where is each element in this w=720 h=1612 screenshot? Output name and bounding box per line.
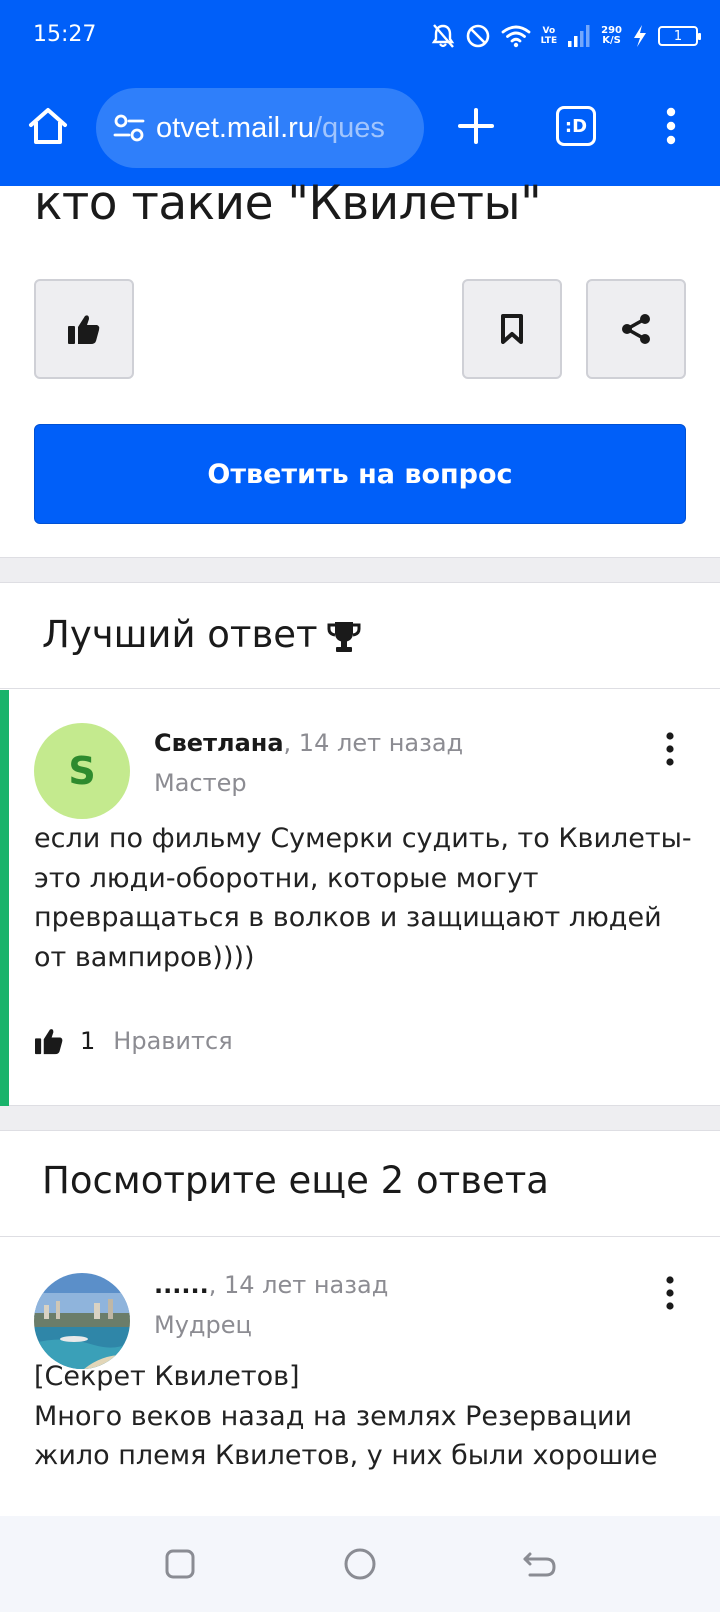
more-answers-header: Посмотрите еще 2 ответа xyxy=(0,1131,720,1237)
answer-menu-icon[interactable] xyxy=(660,729,680,769)
author-line: Светлана, 14 лет назад xyxy=(154,729,463,757)
bell-off-icon xyxy=(431,24,454,48)
site-settings-icon[interactable] xyxy=(112,111,146,145)
author-name[interactable]: Светлана xyxy=(154,729,284,757)
thumbs-up-icon xyxy=(68,315,100,344)
answer-question-button[interactable]: Ответить на вопрос xyxy=(34,424,686,524)
author-rank: Мастер xyxy=(154,769,247,797)
author-name[interactable]: ...... xyxy=(154,1271,209,1299)
answer-text: [Секрет Квилетов] Много веков назад на з… xyxy=(34,1357,694,1476)
answer-text-line: Много веков назад на землях Резервации ж… xyxy=(34,1400,658,1472)
best-answer-accent xyxy=(0,690,9,1106)
question-card: кто такие "Квилеты" Ответить на вопрос xyxy=(0,176,720,558)
thumbs-up-icon[interactable] xyxy=(34,1027,64,1055)
answer-text-line: [Секрет Квилетов] xyxy=(34,1361,300,1392)
wifi-icon xyxy=(501,25,530,48)
status-time: 15:27 xyxy=(33,22,97,47)
url-text[interactable]: otvet.mail.ru/ques xyxy=(156,112,385,145)
like-row: 1 Нравится xyxy=(34,1023,233,1059)
best-answer-title: Лучший ответ xyxy=(42,613,318,656)
avatar-photo-image xyxy=(34,1273,130,1369)
charging-icon xyxy=(634,25,646,47)
trophy-icon xyxy=(327,622,361,652)
browser-toolbar: otvet.mail.ru/ques :D xyxy=(0,72,720,186)
more-answers-card: Посмотрите еще 2 ответа ......, 14 лет н… xyxy=(0,1130,720,1520)
more-vert-icon[interactable] xyxy=(656,104,686,148)
plus-icon[interactable] xyxy=(454,104,498,148)
answer-time: , 14 лет назад xyxy=(283,729,464,757)
like-count: 1 xyxy=(80,1027,96,1055)
url-domain: otvet.mail.ru xyxy=(156,111,314,144)
status-bar: 15:27 Vo LTE 290 K/S 1 xyxy=(0,0,720,72)
volte-indicator: Vo LTE xyxy=(540,26,558,46)
signal-icon xyxy=(568,25,590,47)
avatar[interactable]: S xyxy=(34,723,130,819)
status-icons: Vo LTE 290 K/S 1 xyxy=(431,18,701,54)
author-line: ......, 14 лет назад xyxy=(154,1271,388,1299)
url-path: /ques xyxy=(313,111,385,144)
system-nav-bar xyxy=(0,1516,720,1612)
answer-menu-icon[interactable] xyxy=(660,1273,680,1313)
bookmark-button[interactable] xyxy=(462,279,562,379)
home-icon[interactable] xyxy=(26,104,70,148)
like-label[interactable]: Нравится xyxy=(113,1027,232,1055)
square-nav-icon[interactable] xyxy=(160,1544,200,1584)
back-nav-icon[interactable] xyxy=(520,1544,560,1584)
share-icon xyxy=(622,314,650,344)
best-answer-header: Лучший ответ xyxy=(0,583,720,689)
best-answer-card: Лучший ответ S Светлана, 14 лет назад Ма… xyxy=(0,582,720,1106)
answer-time: , 14 лет назад xyxy=(208,1271,389,1299)
do-not-disturb-icon xyxy=(466,24,489,48)
network-speed: 290 K/S xyxy=(601,25,622,46)
circle-nav-icon[interactable] xyxy=(340,1544,380,1584)
address-bar[interactable]: otvet.mail.ru/ques xyxy=(96,88,424,168)
tabs-icon[interactable]: :D xyxy=(556,106,596,146)
avatar[interactable] xyxy=(34,1273,130,1369)
bookmark-icon xyxy=(501,314,523,344)
share-button[interactable] xyxy=(586,279,686,379)
question-title: кто такие "Квилеты" xyxy=(34,176,542,231)
like-question-button[interactable] xyxy=(34,279,134,379)
answer-text: если по фильму Сумерки судить, то Квилет… xyxy=(34,823,692,973)
more-answers-title: Посмотрите еще 2 ответа xyxy=(42,1159,549,1202)
battery-indicator: 1 xyxy=(658,26,701,46)
author-rank: Мудрец xyxy=(154,1311,252,1339)
